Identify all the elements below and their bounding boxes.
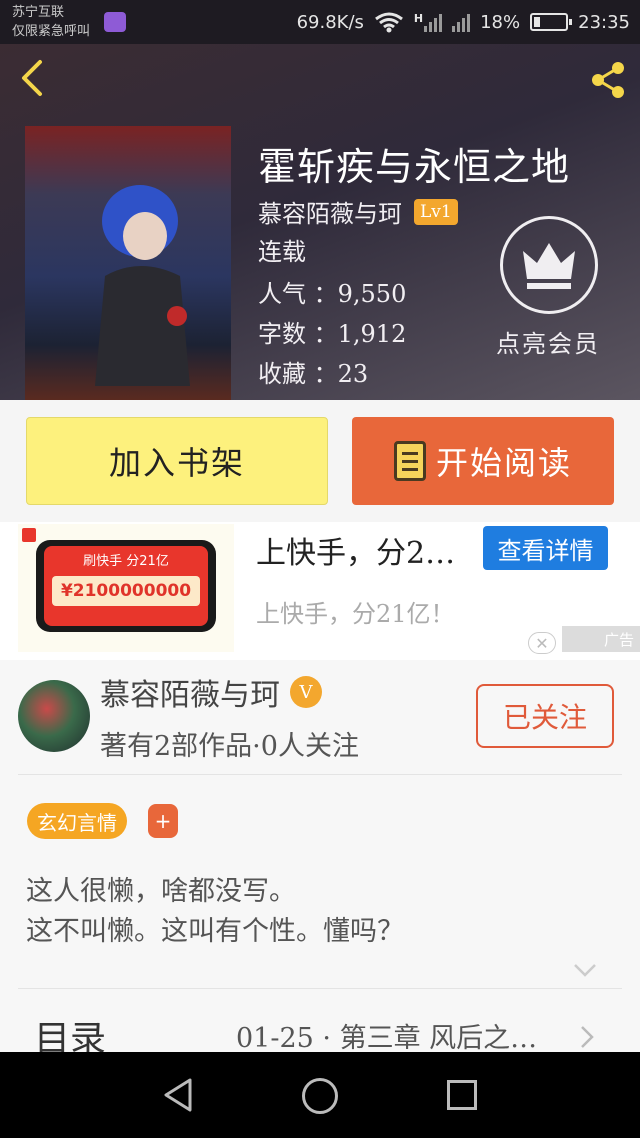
chevron-left-icon[interactable]: [12, 58, 52, 98]
vip-label[interactable]: 点亮会员: [496, 324, 600, 359]
v-badge-icon: V: [290, 676, 322, 708]
ad-description: 上快手，分21亿！: [256, 600, 455, 628]
book-cover[interactable]: [25, 126, 231, 400]
nav-back-icon[interactable]: [160, 1076, 196, 1114]
gallery-notification-icon: [104, 12, 126, 32]
latest-chapter[interactable]: 01-25 · 第三章 风后之…: [236, 1016, 537, 1055]
avatar[interactable]: [18, 680, 90, 752]
network-type: H: [413, 12, 424, 25]
bio-line: 这人很懒，啥都没写。: [26, 876, 296, 907]
divider: [18, 774, 622, 775]
follow-button[interactable]: 已关注: [476, 684, 614, 748]
author-name-row: 慕容陌薇与珂 V: [100, 670, 322, 714]
divider: [18, 988, 622, 989]
share-icon[interactable]: [584, 56, 632, 104]
book-header: 霍斩疾与永恒之地 慕容陌薇与珂 Lv1 连载 人气 ：9,550 字数 ：1,9…: [0, 44, 640, 400]
book-author[interactable]: 慕容陌薇与珂: [258, 194, 402, 229]
phone-screen: 刷快手 分21亿 ¥2100000000: [44, 546, 208, 626]
system-nav-bar: [0, 1052, 640, 1138]
emergency-only: 仅限紧急呼叫: [12, 24, 91, 39]
author-bio: 这人很懒，啥都没写。 这不叫懒。这叫有个性。懂吗？: [26, 872, 404, 952]
book-author-row: 慕容陌薇与珂 Lv1: [258, 194, 458, 229]
book-title: 霍斩疾与永恒之地: [258, 145, 571, 189]
carrier-name: 苏宁互联: [12, 5, 65, 20]
cover-character-illustration: [95, 185, 190, 386]
network-speed: 69.8K/s: [296, 11, 364, 33]
battery-icon: [530, 13, 573, 31]
genre-tag[interactable]: 玄幻言情: [27, 803, 127, 839]
battery-percent: 18%: [480, 11, 521, 33]
author-works: 著有2部作品·0人关注: [100, 731, 359, 762]
add-tag-button[interactable]: +: [148, 804, 178, 838]
author-name[interactable]: 慕容陌薇与珂: [100, 670, 280, 714]
book-status: 连载: [258, 238, 306, 266]
clock: 23:35: [578, 11, 630, 33]
add-to-shelf-button[interactable]: 加入书架: [26, 417, 328, 505]
signal-bars-icon: [424, 12, 443, 32]
ad-banner[interactable]: 刷快手 分21亿 ¥2100000000 上快手，分2… 查看详情 上快手，分2…: [0, 522, 640, 660]
close-icon[interactable]: ✕: [528, 632, 556, 654]
nav-home-icon[interactable]: [302, 1078, 338, 1114]
status-bar: 苏宁互联 仅限紧急呼叫 69.8K/s H 18% 23:35: [0, 0, 640, 44]
nav-recent-apps-icon[interactable]: [447, 1080, 477, 1110]
chevron-down-icon[interactable]: [572, 960, 598, 980]
action-bar: 加入书架 开始阅读: [0, 400, 640, 522]
status-indicators: 69.8K/s H 18% 23:35: [297, 0, 630, 44]
carrier-info: 苏宁互联 仅限紧急呼叫: [12, 3, 90, 41]
ad-phone-title: 刷快手 分21亿: [83, 554, 169, 569]
crown-icon: [523, 243, 575, 289]
ad-amount: ¥2100000000: [52, 576, 200, 606]
wifi-icon: [374, 12, 403, 33]
vip-button[interactable]: [500, 216, 598, 314]
ad-title[interactable]: 上快手，分2…: [256, 528, 455, 572]
view-details-button[interactable]: 查看详情: [483, 526, 608, 570]
book-popularity: 人气 ：9,550: [258, 280, 407, 308]
book-icon: [393, 441, 426, 481]
phone-illustration: 刷快手 分21亿 ¥2100000000: [36, 540, 216, 632]
start-reading-button[interactable]: 开始阅读: [352, 417, 614, 505]
author-card: 慕容陌薇与珂 V 著有2部作品·0人关注 已关注 玄幻言情 + 这人很懒，啥都没…: [0, 660, 640, 1060]
start-reading-label: 开始阅读: [435, 444, 572, 482]
signal-bars-2-icon: [452, 12, 471, 32]
chevron-right-icon[interactable]: [578, 1024, 596, 1050]
book-word-count: 字数 ：1,912: [258, 320, 407, 348]
ad-label: 广告: [562, 626, 640, 652]
ad-app-logo-icon: [22, 528, 36, 542]
level-badge: Lv1: [414, 198, 458, 225]
bio-line: 这不叫懒。这叫有个性。懂吗？: [26, 916, 404, 947]
signal-h: H: [413, 12, 443, 32]
book-favorites: 收藏 ：23: [258, 360, 369, 388]
ad-image[interactable]: 刷快手 分21亿 ¥2100000000: [18, 524, 234, 652]
